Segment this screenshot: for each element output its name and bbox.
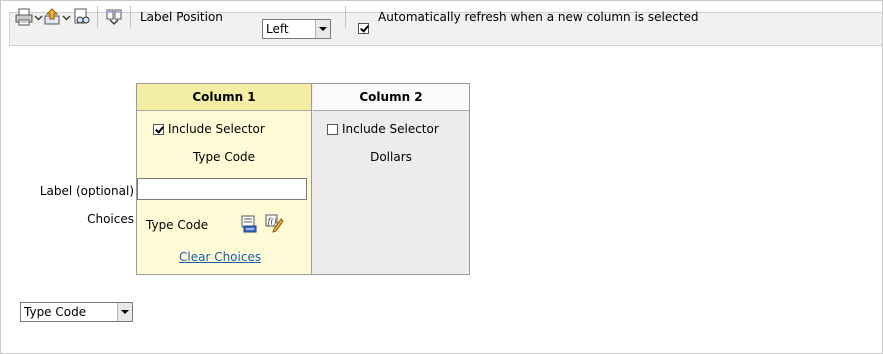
include-selector-checkbox[interactable] (327, 123, 338, 135)
column-properties-icon (105, 8, 123, 26)
column-2-name: Dollars (370, 150, 412, 164)
column-1-include-selector: Include Selector (153, 122, 265, 136)
column-2-panel[interactable] (312, 83, 470, 275)
export-button[interactable] (43, 6, 71, 28)
preview-icon (73, 8, 91, 26)
print-icon (15, 8, 33, 26)
type-code-preview-value: Type Code (24, 305, 87, 319)
label-position-value: Left (266, 22, 289, 36)
toolbar-divider (130, 6, 131, 28)
toolbar-divider (97, 6, 98, 28)
chevron-down-icon (34, 15, 43, 20)
auto-refresh-label: Automatically refresh when a new column … (378, 10, 699, 24)
toolbar-divider (345, 6, 346, 28)
column-properties-button[interactable] (105, 6, 123, 28)
chevron-down-icon (117, 303, 132, 321)
svg-text:f(): f() (267, 217, 277, 226)
print-button[interactable] (15, 6, 43, 28)
column-1-name: Type Code (192, 150, 256, 164)
include-selector-checkbox[interactable] (153, 123, 164, 135)
include-selector-label: Include Selector (168, 122, 265, 136)
chevron-down-icon (62, 15, 71, 20)
label-optional-label: Label (optional) (39, 184, 134, 198)
chevron-down-icon (315, 20, 330, 38)
column-2-include-selector: Include Selector (327, 122, 439, 136)
column-1-header: Column 1 (137, 84, 311, 111)
label-input[interactable] (137, 178, 307, 200)
type-code-preview-select[interactable]: Type Code (20, 302, 133, 322)
preview-button[interactable] (73, 6, 91, 28)
edit-formula-icon[interactable]: f() (264, 213, 284, 236)
include-selector-label: Include Selector (342, 122, 439, 136)
choices-value: Type Code (146, 218, 209, 232)
export-icon (43, 8, 61, 26)
auto-refresh-checkbox[interactable] (358, 23, 369, 34)
choices-list-icon[interactable] (240, 215, 258, 236)
label-position-label: Label Position (140, 10, 223, 24)
column-2-header: Column 2 (313, 84, 469, 111)
clear-choices-link[interactable]: Clear Choices (179, 250, 261, 264)
choices-label: Choices (87, 212, 134, 226)
label-position-select[interactable]: Left (262, 19, 331, 39)
